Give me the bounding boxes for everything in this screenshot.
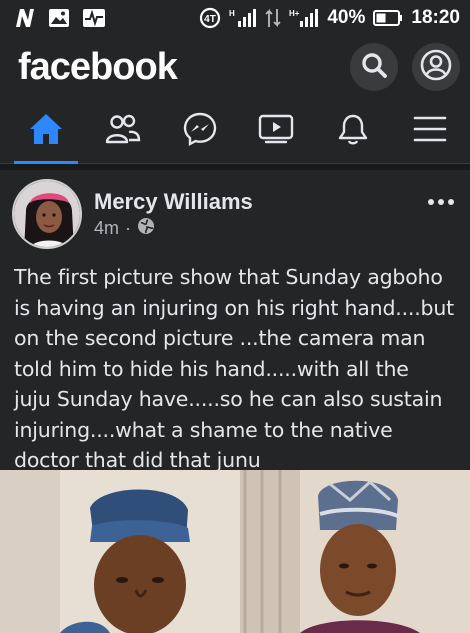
profile-icon xyxy=(420,49,452,86)
search-icon xyxy=(361,52,387,83)
tab-menu[interactable] xyxy=(404,98,456,164)
post-text-line: juju Sunday have.....so he can also sust… xyxy=(14,387,443,411)
battery-icon xyxy=(373,9,403,27)
more-options-button[interactable] xyxy=(426,192,456,212)
menu-icon xyxy=(413,115,447,148)
watch-icon xyxy=(258,114,294,149)
post-text-line: is having an injuring on his right hand.… xyxy=(14,295,454,320)
notification-n-icon xyxy=(14,8,36,28)
home-icon xyxy=(28,112,64,151)
post-photo[interactable] xyxy=(0,470,470,633)
svg-text:4T: 4T xyxy=(205,14,217,25)
post-text-line: on the second picture ...the camera man xyxy=(14,326,426,350)
gallery-icon xyxy=(48,8,70,28)
battery-percent: 40% xyxy=(327,7,366,28)
globe-icon xyxy=(137,217,155,240)
meta-separator: · xyxy=(125,217,132,238)
post-text-line: injuring....what a shame to the native xyxy=(14,417,393,442)
author-name[interactable]: Mercy Williams xyxy=(94,189,253,215)
post-time[interactable]: 4m xyxy=(94,218,119,239)
tab-friends[interactable] xyxy=(97,98,149,164)
svg-text:H+: H+ xyxy=(289,9,300,18)
status-bar: 4T H H+ 40% 18:20 xyxy=(0,0,470,36)
post-header: Mercy Williams 4m · xyxy=(12,178,460,250)
svg-text:H: H xyxy=(229,9,235,18)
facebook-logo[interactable]: facebook xyxy=(18,46,178,89)
clock: 18:20 xyxy=(411,7,460,28)
tab-watch[interactable] xyxy=(250,98,302,164)
activity-icon xyxy=(82,8,106,28)
bell-icon xyxy=(337,112,369,151)
search-button[interactable] xyxy=(350,43,398,91)
avatar[interactable] xyxy=(12,179,82,249)
post-meta: 4m · xyxy=(94,217,253,240)
signal-h-icon: H xyxy=(229,8,257,28)
tab-messenger[interactable] xyxy=(174,98,226,164)
post-text-line: The first picture show that Sunday agboh… xyxy=(14,265,443,289)
data-saver-icon: 4T xyxy=(199,7,221,29)
app-bar: facebook xyxy=(0,36,470,98)
tab-notifications[interactable] xyxy=(327,98,379,164)
nav-tabs xyxy=(0,98,470,164)
profile-button[interactable] xyxy=(412,43,460,91)
post-text: The first picture show that Sunday agboh… xyxy=(14,262,464,476)
more-horizontal-icon xyxy=(427,193,455,211)
signal-h-plus-icon: H+ xyxy=(289,8,319,28)
post-text-line: told him to hide his hand.....with all t… xyxy=(14,356,409,381)
messenger-icon xyxy=(183,112,217,151)
feed-post: Mercy Williams 4m · The first picture sh… xyxy=(0,170,470,472)
tab-home[interactable] xyxy=(14,98,78,164)
data-arrows-icon xyxy=(265,8,281,28)
friends-icon xyxy=(105,113,141,150)
